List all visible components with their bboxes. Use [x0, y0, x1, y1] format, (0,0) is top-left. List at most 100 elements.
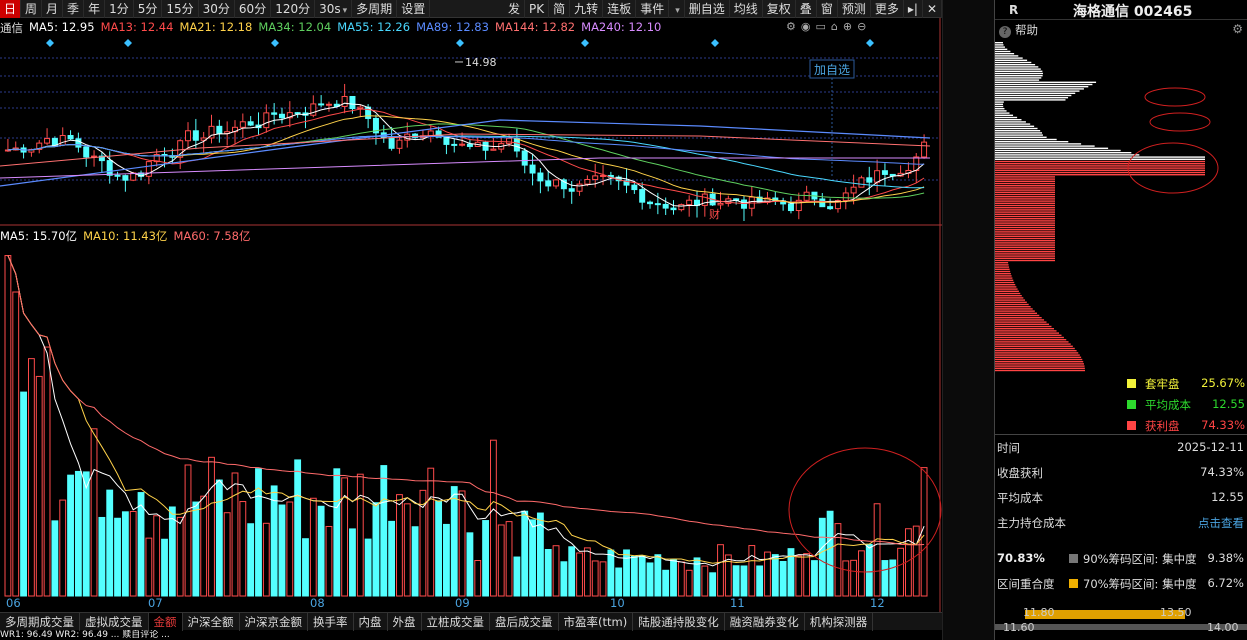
- indicator-tab-7[interactable]: 外盘: [388, 613, 422, 631]
- period-btn-11[interactable]: 30s: [315, 0, 353, 18]
- indicator-tab-0[interactable]: 多周期成交量: [0, 613, 80, 631]
- indicator-tab-4[interactable]: 沪深京金额: [240, 613, 308, 631]
- period-btn-0[interactable]: 日: [0, 0, 22, 18]
- legend-label: 平均成本: [1145, 398, 1191, 412]
- toolbar-action-3[interactable]: 九转: [570, 0, 604, 18]
- month-label: 12: [870, 596, 885, 610]
- candle-body: [740, 199, 747, 209]
- volume-bar: [568, 546, 576, 597]
- period-btn-4[interactable]: 年: [84, 0, 106, 18]
- volume-bar: [513, 556, 521, 597]
- chip-bar: [995, 90, 1080, 92]
- chip-bar: [995, 185, 1055, 187]
- chip-bar: [995, 284, 1016, 286]
- candle-body: [787, 203, 794, 212]
- settings-icon[interactable]: ⚙: [786, 20, 796, 33]
- stat-row: 平均成本 12.55: [997, 488, 1247, 506]
- candle-body: [521, 150, 528, 166]
- chip-bar: [995, 264, 1009, 266]
- toolbar-action-7[interactable]: 删自选: [685, 0, 730, 18]
- chip-bar: [995, 77, 1042, 79]
- bookmark-icon[interactable]: ⌂: [831, 20, 838, 33]
- chip-bar: [995, 297, 1024, 299]
- chip-bar: [995, 312, 1038, 314]
- indicator-tab-1[interactable]: 虚拟成交量: [80, 613, 149, 631]
- indicator-tab-2[interactable]: 金额: [148, 613, 183, 631]
- zoom-in-icon[interactable]: ⊕: [843, 20, 852, 33]
- stat-key: 收盘获利: [997, 466, 1043, 480]
- toolbar-action-13[interactable]: 更多: [871, 0, 904, 18]
- toolbar-action-4[interactable]: 连板: [603, 0, 637, 18]
- chip-bar: [995, 288, 1018, 290]
- period-btn-5[interactable]: 1分: [105, 0, 134, 18]
- toolbar-action-15[interactable]: ✕: [923, 0, 942, 18]
- help-link[interactable]: ? 帮助: [999, 22, 1038, 38]
- volume-bar: [286, 501, 294, 597]
- indicator-tab-3[interactable]: 沪深全额: [183, 613, 240, 631]
- volume-bar: [294, 459, 302, 597]
- period-btn-10[interactable]: 120分: [271, 0, 316, 18]
- indicator-tab-8[interactable]: 立桩成交量: [422, 613, 490, 631]
- toolbar-action-11[interactable]: 窗: [817, 0, 838, 18]
- candle-body: [553, 179, 560, 187]
- volume-bar: [505, 521, 513, 597]
- indicator-tab-13[interactable]: 机构探测器: [805, 613, 874, 631]
- toolbar-action-8[interactable]: 均线: [730, 0, 763, 18]
- toolbar-action-1[interactable]: PK: [525, 0, 550, 18]
- chip-bar: [995, 200, 1055, 202]
- candle-body: [122, 175, 129, 181]
- candle-body: [874, 170, 881, 183]
- bag-icon[interactable]: ▭: [815, 20, 825, 33]
- toolbar-action-9[interactable]: 复权: [763, 0, 796, 18]
- indicator-tab-10[interactable]: 市盈率(ttm): [559, 613, 634, 631]
- toolbar-action-6[interactable]: [669, 0, 685, 18]
- volume-bar: [771, 554, 779, 597]
- chip-bar: [995, 266, 1010, 268]
- candle-body: [803, 191, 810, 201]
- stat-row[interactable]: 主力持仓成本 点击查看: [997, 513, 1247, 531]
- scale-right-label: 13.50: [1160, 606, 1192, 619]
- chip-bar: [995, 233, 1055, 235]
- volume-bar: [349, 528, 356, 597]
- toolbar-action-14[interactable]: ▸|: [904, 0, 923, 18]
- indicator-tab-6[interactable]: 内盘: [354, 613, 388, 631]
- volume-bar: [497, 524, 505, 597]
- kline-chart[interactable]: 14.98 加自选财: [0, 18, 942, 612]
- stat-value: 点击查看: [1198, 516, 1244, 530]
- zoom-out-icon[interactable]: ⊖: [857, 20, 866, 33]
- chart-area[interactable]: 14.98 加自选财 通信 MA5: 12.95 MA13: 12.44 MA21: …: [0, 18, 977, 612]
- period-btn-13[interactable]: 设置: [397, 0, 431, 18]
- gear-icon[interactable]: ⚙: [1232, 22, 1243, 36]
- chip-bar: [995, 141, 1069, 143]
- chip-bar: [995, 257, 1055, 259]
- volume-bar: [161, 538, 168, 597]
- volume-bar: [897, 547, 905, 597]
- indicator-tab-5[interactable]: 换手率: [308, 613, 354, 631]
- candle-body: [678, 204, 685, 211]
- chip-bar: [995, 222, 1055, 224]
- toolbar-action-2[interactable]: 简: [549, 0, 571, 18]
- volume-bar: [529, 519, 536, 597]
- toolbar-action-5[interactable]: 事件: [636, 0, 670, 18]
- period-btn-6[interactable]: 5分: [134, 0, 163, 18]
- toolbar-action-10[interactable]: 叠: [796, 0, 817, 18]
- vertical-scrollbar[interactable]: [942, 0, 994, 640]
- candle-body: [247, 121, 254, 126]
- toolbar-action-12[interactable]: 预测: [838, 0, 871, 18]
- chip-bar: [995, 226, 1055, 229]
- period-btn-7[interactable]: 15分: [162, 0, 199, 18]
- indicator-tab-12[interactable]: 融资融券变化: [725, 613, 805, 631]
- period-btn-1[interactable]: 周: [21, 0, 43, 18]
- period-btn-9[interactable]: 60分: [235, 0, 272, 18]
- period-btn-2[interactable]: 月: [42, 0, 64, 18]
- volume-bar: [646, 562, 654, 597]
- indicator-tab-11[interactable]: 陆股通持股变化: [633, 613, 725, 631]
- indicator-tab-9[interactable]: 盘后成交量: [490, 613, 559, 631]
- financial-report-marker[interactable]: 财: [709, 207, 720, 221]
- period-btn-12[interactable]: 多周期: [352, 0, 398, 18]
- volume-bar: [82, 471, 90, 597]
- period-btn-8[interactable]: 30分: [199, 0, 235, 18]
- eye-icon[interactable]: ◉: [801, 20, 811, 33]
- toolbar-action-0[interactable]: 发: [504, 0, 526, 18]
- period-btn-3[interactable]: 季: [63, 0, 85, 18]
